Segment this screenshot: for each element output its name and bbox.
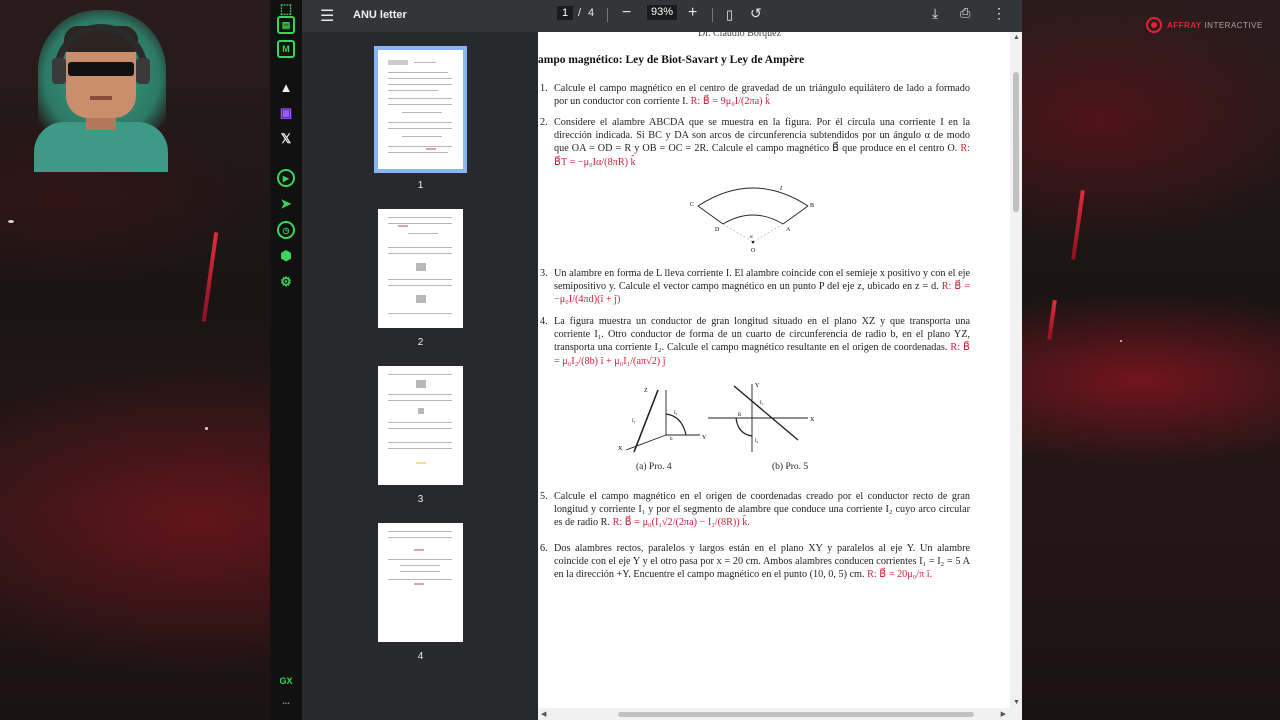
problem-number: 4. <box>540 316 548 327</box>
fig4-label-z: Z <box>644 388 648 394</box>
menu-icon[interactable]: ☰ <box>320 6 334 26</box>
fig5-label-y: Y <box>755 383 760 389</box>
horizontal-scrollbar[interactable]: ◀ ▶ <box>538 708 1022 720</box>
news-icon[interactable]: ▤ <box>277 16 295 34</box>
document-page[interactable]: Dr. Claudio Bórquez ampo magnético: Ley … <box>538 32 1022 720</box>
viewer-toolbar: ☰ ANU letter 1 / 4 − 93% + ▯ ↺ ⤓ ⎙ ⋮ <box>302 0 1022 32</box>
thumbnail-label: 2 <box>417 337 424 348</box>
figure-caption-b: (b) Pro. 5 <box>772 462 809 472</box>
fig2-label-o: O <box>751 248 756 254</box>
brand-logo: AFFRAY INTERACTIVE <box>1146 16 1263 34</box>
fig2-label-d: D <box>715 227 720 233</box>
problem-answer: R: B⃗ = μ₀(I₁√2/(2πa) − I₂/(8R)) k̂. <box>612 517 750 529</box>
twitch-icon[interactable]: ▣ <box>277 104 295 122</box>
problem-text: La figura muestra un conductor de gran l… <box>554 316 970 354</box>
scroll-right-icon[interactable]: ▶ <box>1001 710 1006 718</box>
page-content: Dr. Claudio Bórquez ampo magnético: Ley … <box>538 32 1010 702</box>
pdf-viewer: ☰ ANU letter 1 / 4 − 93% + ▯ ↺ ⤓ ⎙ ⋮ 1 2… <box>302 0 1022 720</box>
fig2-label-b: B <box>810 203 814 209</box>
download-icon[interactable]: ⤓ <box>932 4 938 22</box>
brand-suffix: INTERACTIVE <box>1204 20 1263 30</box>
thumbnail-page-3[interactable] <box>378 366 463 485</box>
figure-problem-5: Y X I₁ I₂ R <box>708 383 815 452</box>
thumbnail-label: 4 <box>417 651 424 662</box>
thumbnail-page-2[interactable] <box>378 209 463 328</box>
thumbnail-label: 3 <box>417 494 424 505</box>
more-options-icon[interactable]: ⋮ <box>992 4 1006 22</box>
vertical-scroll-thumb[interactable] <box>1013 72 1019 212</box>
print-icon[interactable]: ⎙ <box>960 4 970 22</box>
doc-title: ampo magnético: Ley de Biot-Savart y Ley… <box>538 54 805 66</box>
problem-answer: R: B⃗ = 9μ₀I/(2πa) k̂ <box>690 96 771 108</box>
figure-caption-a: (a) Pro. 4 <box>636 462 672 472</box>
problem-number: 6. <box>540 543 548 554</box>
problem-number: 5. <box>540 491 548 502</box>
fig4-label-i2: I₂ <box>674 411 678 416</box>
fit-page-icon[interactable]: ▯ <box>726 6 733 24</box>
player-icon[interactable]: ▶ <box>277 169 295 187</box>
bg-speck <box>205 427 208 430</box>
scroll-up-icon[interactable]: ▲ <box>1013 34 1020 41</box>
brand-mark-icon <box>1146 17 1162 33</box>
bg-speck <box>8 220 14 223</box>
fig4-label-y: Y <box>702 435 707 441</box>
browser-sidebar: ⬚ ▤ M ▲ ▣ 𝕏 ▶ ➤ ◷ ⬢ ⚙ GX ... <box>270 0 302 720</box>
aria-icon[interactable]: ▲ <box>277 78 295 96</box>
problem-number: 3. <box>540 268 548 279</box>
fig4-label-x: X <box>618 446 623 452</box>
scroll-left-icon[interactable]: ◀ <box>541 710 546 718</box>
horizontal-scroll-thumb[interactable] <box>618 712 974 717</box>
scroll-down-icon[interactable]: ▼ <box>1013 699 1020 706</box>
more-icon[interactable]: ... <box>274 696 298 706</box>
send-icon[interactable]: ➤ <box>277 195 295 213</box>
problem-text: Considere el alambre ABCDA que se muestr… <box>554 117 970 155</box>
fig2-label-alpha: α <box>750 235 753 240</box>
fig5-label-i2: I₂ <box>755 439 759 444</box>
thumbnail-label: 1 <box>417 180 424 191</box>
figure-problem-2: C B D A O I α <box>690 186 814 254</box>
figure-problem-4: Z X Y I₁ I₂ b <box>618 388 707 453</box>
fig5-label-i1: I₁ <box>760 401 764 406</box>
extensions-icon[interactable]: ⬢ <box>277 247 295 265</box>
problem-text: Un alambre en forma de L lleva corriente… <box>554 268 970 293</box>
vertical-scrollbar[interactable]: ▲ ▼ <box>1010 32 1022 720</box>
problem-number: 1. <box>540 83 548 94</box>
doc-header: Dr. Claudio Bórquez <box>698 32 782 39</box>
gx-label[interactable]: GX <box>274 676 298 686</box>
thumbnail-page-4[interactable] <box>378 523 463 642</box>
streamer-avatar <box>28 4 174 172</box>
thumbnail-page-1[interactable] <box>374 46 467 173</box>
fig4-label-i1: I₁ <box>632 419 636 424</box>
thumbnail-panel: 1 2 3 4 <box>302 32 538 720</box>
page-number-input[interactable]: 1 <box>557 6 573 20</box>
problem-number: 2. <box>540 117 548 128</box>
brand-name: AFFRAY <box>1167 20 1202 30</box>
fig2-label-i: I <box>779 186 783 192</box>
document-title: ANU letter <box>353 9 407 21</box>
fig5-label-r: R <box>738 413 742 418</box>
problem-answer: R: B⃗ = 20μ₀/π î. <box>867 569 933 581</box>
zoom-out-icon[interactable]: − <box>622 4 631 22</box>
rotate-icon[interactable]: ↺ <box>750 4 762 22</box>
clock-icon[interactable]: ◷ <box>277 221 295 239</box>
total-pages: 4 <box>588 7 595 19</box>
toolbar-divider <box>712 8 713 22</box>
page-separator: / <box>578 7 582 19</box>
toolbar-divider <box>607 8 608 22</box>
settings-icon[interactable]: ⚙ <box>277 273 295 291</box>
zoom-in-icon[interactable]: + <box>688 4 697 22</box>
fig2-label-a: A <box>786 227 791 233</box>
bg-speck <box>1120 340 1122 342</box>
zoom-input[interactable]: 93% <box>647 5 677 20</box>
fig4-label-b: b <box>670 437 673 442</box>
x-icon[interactable]: 𝕏 <box>277 130 295 148</box>
m-icon[interactable]: M <box>277 40 295 58</box>
fig2-label-c: C <box>690 202 694 208</box>
fig5-label-x: X <box>810 417 815 423</box>
